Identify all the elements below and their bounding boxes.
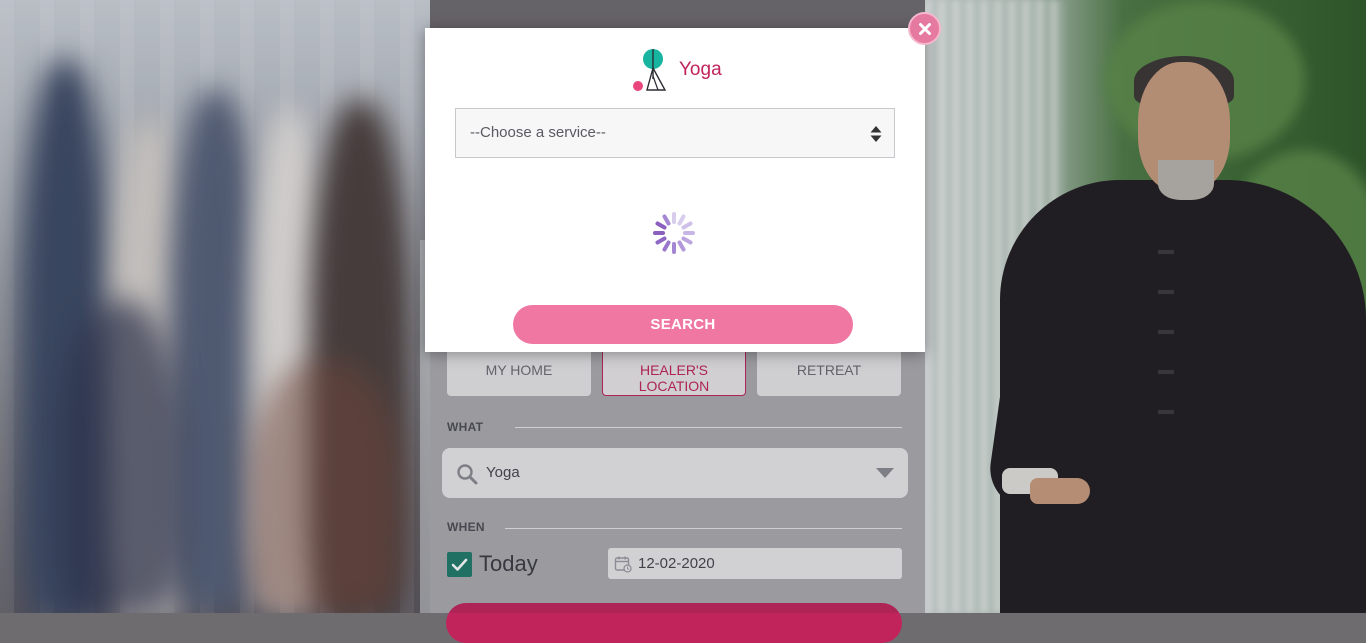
up-down-arrows-icon (870, 126, 882, 142)
service-select-placeholder: --Choose a service-- (470, 124, 606, 141)
modal-close-button[interactable] (908, 12, 941, 45)
modal-title: Yoga (679, 59, 722, 80)
close-icon (918, 22, 931, 35)
yoga-logo-icon (633, 49, 667, 91)
service-select[interactable]: --Choose a service-- (455, 108, 895, 158)
service-modal: Yoga --Choose a service-- SEARCH (425, 28, 925, 352)
loading-spinner-icon (653, 212, 695, 254)
search-button[interactable]: SEARCH (513, 305, 853, 344)
